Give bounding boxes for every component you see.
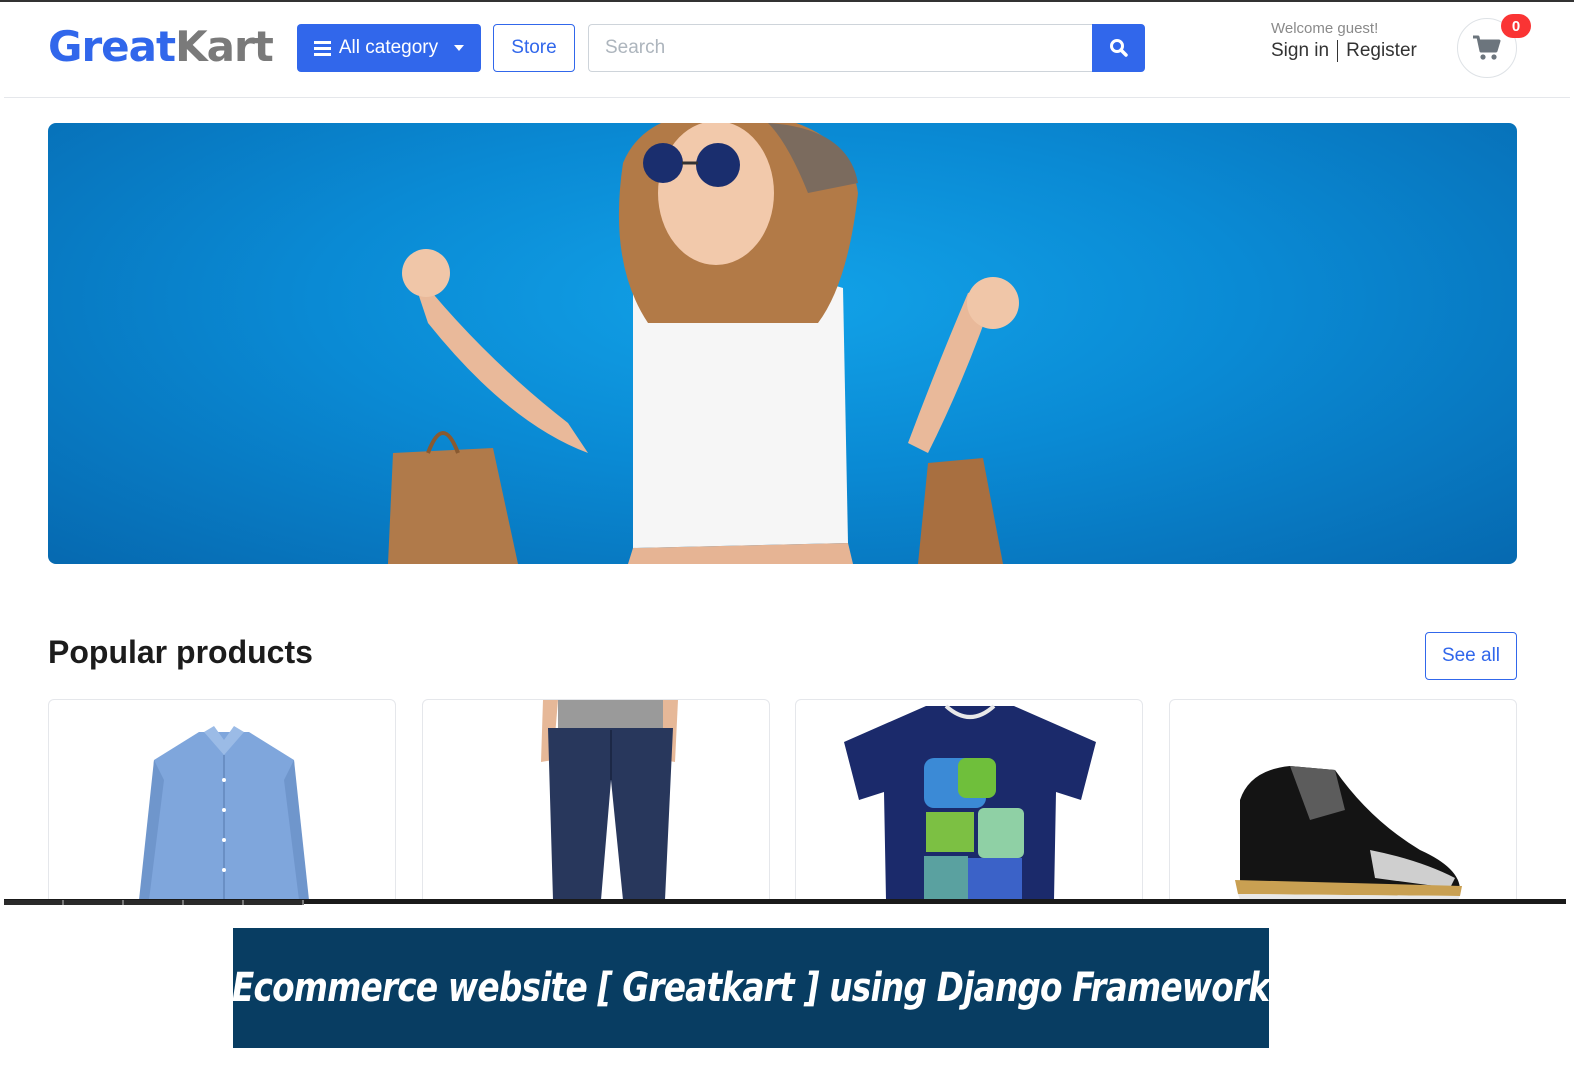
all-category-button[interactable]: All category [297,24,481,72]
taskbar-segment [244,900,304,905]
store-button[interactable]: Store [493,24,575,72]
blue-shirt-image [139,726,309,900]
caret-down-icon [454,45,465,51]
taskbar-segment [4,900,64,905]
popular-products-heading: Popular products [48,634,313,670]
cart-icon [1473,35,1501,60]
product-card[interactable] [422,699,770,909]
site-header: GreatKart All category Store Welcome gue… [4,2,1570,98]
all-category-label: All category [338,37,439,58]
title-banner: Ecommerce website [ Greatkart ] using Dj… [232,928,1271,1048]
hero-banner[interactable] [48,123,1517,564]
search-button[interactable] [1092,24,1145,72]
product-card[interactable] [795,699,1143,909]
auth-divider [1337,40,1339,62]
see-all-button[interactable]: See all [1425,632,1517,680]
taskbar-strip [4,900,304,906]
hero-banner-image [388,123,1019,564]
sneaker-image [1235,766,1462,900]
register-link[interactable]: Register [1346,40,1417,62]
auth-links: Sign in Register [1271,40,1417,62]
logo-text-kart: Kart [175,22,274,71]
search-input[interactable] [588,24,1092,72]
taskbar-segment [184,900,244,905]
search-icon [1109,39,1128,57]
taskbar-segment [124,900,184,905]
brand-logo[interactable]: GreatKart [48,22,274,72]
title-banner-text: Ecommerce website [ Greatkart ] using Dj… [232,965,1270,1011]
search-form [588,24,1145,72]
product-card[interactable] [48,699,396,909]
product-card[interactable] [1169,699,1517,909]
cart-count-badge: 0 [1501,14,1531,38]
sign-in-link[interactable]: Sign in [1271,40,1329,62]
taskbar-segment [64,900,124,905]
graphic-tshirt-image [844,704,1096,900]
welcome-text: Welcome guest! [1271,20,1379,37]
logo-text-great: Great [48,22,176,71]
hamburger-icon [313,40,331,56]
jeans-image [541,700,678,900]
